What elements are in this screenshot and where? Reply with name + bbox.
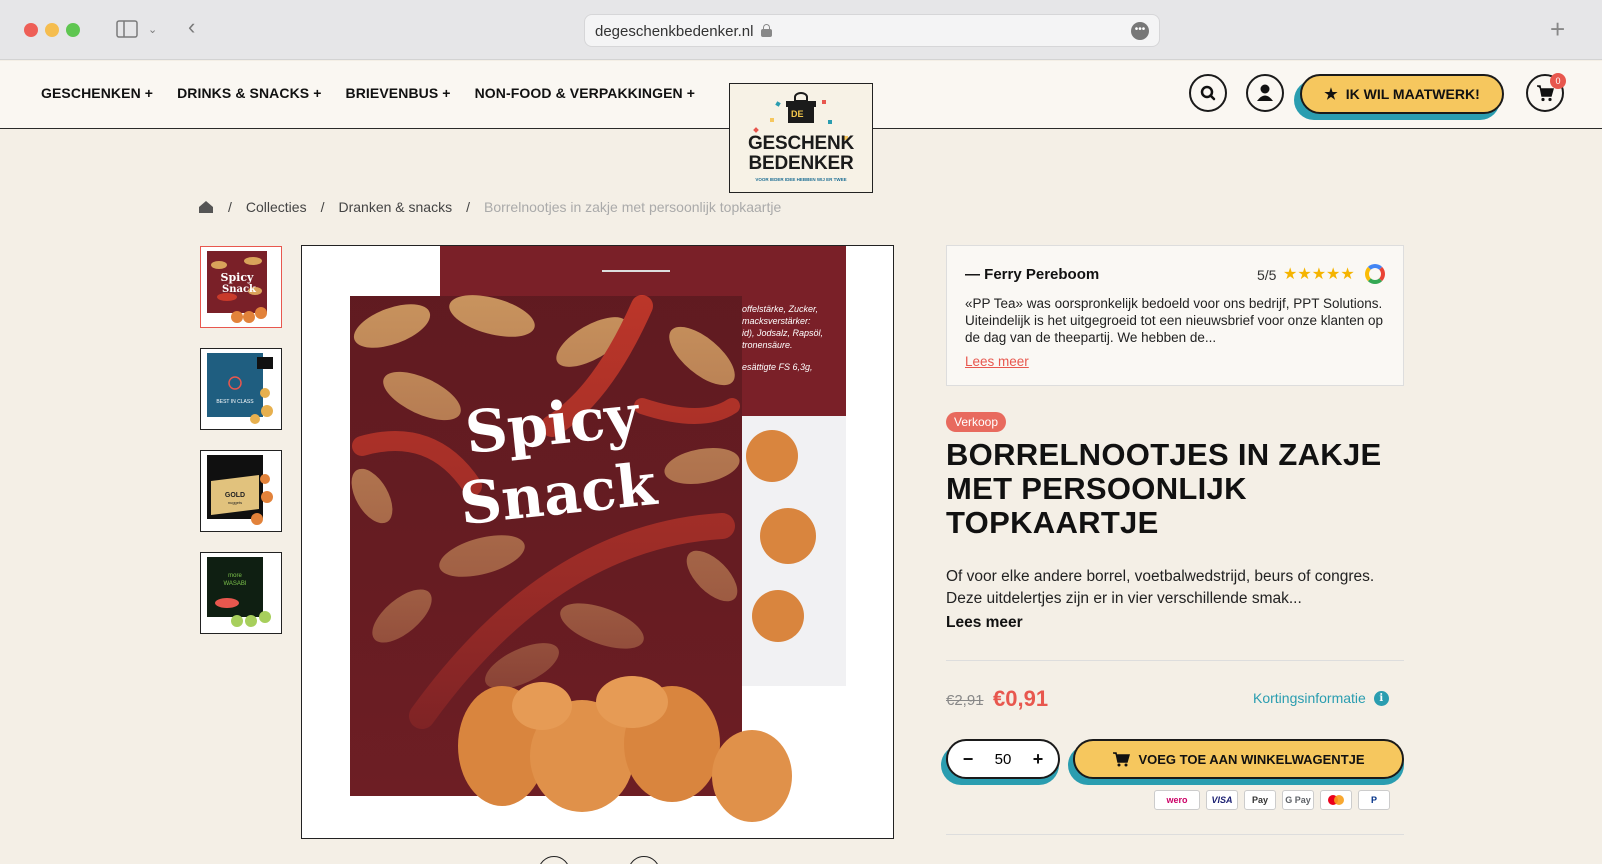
gallery-prev-button[interactable] <box>538 856 570 864</box>
breadcrumb-item-dranken[interactable]: Dranken & snacks <box>338 199 452 215</box>
thumbnail-4[interactable]: more WASABI <box>200 552 282 634</box>
apple-pay-icon: Pay <box>1244 790 1276 810</box>
search-icon <box>1200 85 1216 101</box>
discount-info-link[interactable]: Kortingsinformatie i <box>1253 690 1389 706</box>
paypal-icon: P <box>1358 790 1390 810</box>
description-read-more-link[interactable]: Lees meer <box>946 614 1023 632</box>
thumbnail-image: BEST IN CLASS <box>207 353 273 424</box>
star-icon: ★ <box>1324 86 1338 103</box>
decrease-quantity-button[interactable]: − <box>960 749 976 770</box>
star-rating-icon: ★★★★★ <box>1283 266 1355 283</box>
breadcrumb-separator: / <box>228 199 232 215</box>
svg-text:WASABI: WASABI <box>223 581 246 587</box>
chevron-down-icon[interactable]: ⌄ <box>148 19 157 41</box>
svg-text:tronensäure.: tronensäure. <box>742 340 793 350</box>
svg-text:BEST IN CLASS: BEST IN CLASS <box>216 399 254 405</box>
minimize-window-button[interactable] <box>45 23 59 37</box>
thumbnail-image: more WASABI <box>207 557 271 627</box>
nav-item-non-food[interactable]: NON-FOOD & VERPAKKINGEN + <box>475 85 695 101</box>
logo-tagline: VOOR IEDER IDEE HEBBEN WIJ ER TWEE <box>755 177 847 182</box>
visa-icon: VISA <box>1206 790 1238 810</box>
gallery-next-button[interactable] <box>628 856 660 864</box>
payment-methods: wero VISA Pay G Pay P <box>1154 790 1390 810</box>
nav-item-drinks-snacks[interactable]: DRINKS & SNACKS + <box>177 85 321 101</box>
breadcrumb: / Collecties / Dranken & snacks / Borrel… <box>198 199 781 215</box>
thumbnail-1[interactable]: Spicy Snack <box>200 246 282 328</box>
breadcrumb-item-collecties[interactable]: Collecties <box>246 199 307 215</box>
thumbnail-image: Spicy Snack <box>207 251 267 323</box>
product-photo: offelstärke, Zucker, macksverstärker: id… <box>350 246 846 822</box>
breadcrumb-separator: / <box>466 199 470 215</box>
svg-text:offelstärke, Zucker,: offelstärke, Zucker, <box>742 304 818 314</box>
site-logo[interactable]: DE GESCHENK BEDENKER VOOR IEDER IDEE HEB… <box>729 83 873 193</box>
thumbnail-2[interactable]: BEST IN CLASS <box>200 348 282 430</box>
account-button[interactable] <box>1246 74 1284 112</box>
breadcrumb-current: Borrelnootjes in zakje met persoonlijk t… <box>483 199 782 215</box>
product-description: Of voor elke andere borrel, voetbalwedst… <box>946 568 1375 607</box>
maximize-window-button[interactable] <box>66 23 80 37</box>
divider <box>946 834 1404 835</box>
home-icon[interactable] <box>198 200 214 214</box>
browser-chrome: ⌄ ‹ degeschenkbedenker.nl ••• + <box>0 0 1602 60</box>
discount-info-label: Kortingsinformatie <box>1253 690 1366 706</box>
url-text[interactable]: degeschenkbedenker.nl <box>595 23 753 40</box>
svg-text:esättigte FS 6,3g,: esättigte FS 6,3g, <box>742 362 813 372</box>
review-author: — Ferry Pereboom <box>965 266 1100 283</box>
search-button[interactable] <box>1189 74 1227 112</box>
nav-item-geschenken[interactable]: GESCHENKEN + <box>41 85 153 101</box>
quantity-stepper: − + <box>946 739 1060 779</box>
logo-text-line2: BEDENKER <box>748 153 854 174</box>
svg-text:Spicy: Spicy <box>221 271 255 284</box>
maatwerk-label: IK WIL MAATWERK! <box>1345 86 1480 102</box>
lock-icon <box>761 24 772 37</box>
mastercard-icon <box>1320 790 1352 810</box>
review-read-more-link[interactable]: Lees meer <box>965 354 1029 369</box>
sidebar-toggle-icon[interactable] <box>116 19 140 46</box>
svg-text:more: more <box>228 573 242 579</box>
cart-count-badge: 0 <box>1550 73 1566 89</box>
svg-text:Snack: Snack <box>222 284 257 295</box>
back-icon[interactable]: ‹ <box>188 16 195 38</box>
review-card: — Ferry Pereboom 5/5 ★★★★★ «PP Tea» was … <box>946 245 1404 386</box>
add-to-cart-button[interactable]: VOEG TOE AAN WINKELWAGENTJE <box>1073 739 1404 779</box>
svg-text:GOLD: GOLD <box>225 492 245 499</box>
svg-text:macksverstärker:: macksverstärker: <box>742 316 811 326</box>
product-title: BORRELNOOTJES IN ZAKJE MET PERSOONLIJK T… <box>946 437 1382 540</box>
divider <box>946 660 1404 661</box>
info-icon: i <box>1373 690 1389 706</box>
sale-badge: Verkoop <box>946 412 1007 432</box>
svg-text:id), Jodsalz, Rapsöl,: id), Jodsalz, Rapsöl, <box>742 328 823 338</box>
thumbnail-image: GOLD nuggets <box>207 455 273 525</box>
thumbnail-3[interactable]: GOLD nuggets <box>200 450 282 532</box>
main-nav: GESCHENKEN + DRINKS & SNACKS + BRIEVENBU… <box>41 85 695 101</box>
cart-icon <box>1113 752 1131 767</box>
review-score: 5/5 <box>1257 267 1277 283</box>
wero-icon: wero <box>1154 790 1200 810</box>
review-text: «PP Tea» was oorspronkelijk bedoeld voor… <box>965 296 1384 345</box>
gift-icon: DE <box>786 92 816 124</box>
new-tab-icon[interactable]: + <box>1550 14 1565 45</box>
google-icon <box>1365 264 1385 284</box>
logo-text-line1: GESCHENK <box>747 133 855 154</box>
user-icon <box>1257 84 1273 101</box>
increase-quantity-button[interactable]: + <box>1030 749 1046 770</box>
more-options-icon[interactable]: ••• <box>1131 22 1149 40</box>
maatwerk-button[interactable]: ★ IK WIL MAATWERK! <box>1300 74 1504 114</box>
google-pay-icon: G Pay <box>1282 790 1314 810</box>
svg-text:nuggets: nuggets <box>228 500 242 505</box>
nav-item-brievenbus[interactable]: BRIEVENBUS + <box>346 85 451 101</box>
main-product-image[interactable]: offelstärke, Zucker, macksverstärker: id… <box>301 245 894 839</box>
add-to-cart-label: VOEG TOE AAN WINKELWAGENTJE <box>1138 751 1365 767</box>
sale-price: €0,91 <box>993 686 1049 711</box>
breadcrumb-separator: / <box>320 199 325 215</box>
address-bar[interactable]: degeschenkbedenker.nl ••• <box>584 14 1160 47</box>
close-window-button[interactable] <box>24 23 38 37</box>
old-price: €2,91 <box>946 692 984 709</box>
quantity-input[interactable] <box>983 750 1023 768</box>
